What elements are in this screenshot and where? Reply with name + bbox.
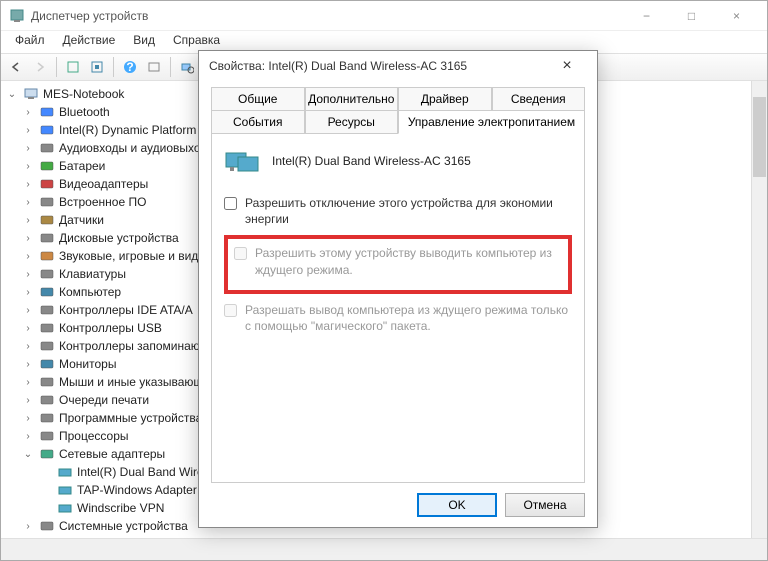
ok-button[interactable]: OK (417, 493, 497, 517)
dialog-title: Свойства: Intel(R) Dual Band Wireless-AC… (209, 59, 547, 73)
category-icon (39, 158, 55, 174)
magic-packet-label: Разрешать вывод компьютера из ждущего ре… (245, 302, 572, 334)
expand-icon[interactable]: › (21, 233, 35, 244)
network-card-icon (224, 147, 260, 175)
expand-icon[interactable]: › (21, 179, 35, 190)
category-icon (39, 446, 55, 462)
checkbox-row-2: Разрешить этому устройству выводить комп… (234, 243, 562, 279)
checkbox-row-3: Разрешать вывод компьютера из ждущего ре… (224, 300, 572, 336)
category-icon (39, 338, 55, 354)
category-icon (39, 320, 55, 336)
toolbar-icon-1[interactable] (62, 56, 84, 78)
expand-icon[interactable]: › (21, 215, 35, 226)
svg-text:?: ? (126, 60, 133, 74)
cancel-button[interactable]: Отмена (505, 493, 585, 517)
tab-events[interactable]: События (211, 110, 305, 134)
category-icon (39, 140, 55, 156)
toolbar-icon-3[interactable] (143, 56, 165, 78)
category-icon (39, 392, 55, 408)
expand-icon[interactable]: › (21, 521, 35, 532)
help-icon[interactable]: ? (119, 56, 141, 78)
tab-details[interactable]: Сведения (492, 87, 586, 111)
category-icon (39, 302, 55, 318)
highlighted-option: Разрешить этому устройству выводить комп… (224, 235, 572, 293)
collapse-icon[interactable]: ⌄ (5, 89, 19, 100)
expand-icon[interactable]: › (21, 107, 35, 118)
allow-power-off-label: Разрешить отключение этого устройства дл… (245, 195, 572, 227)
device-name-label: Intel(R) Dual Band Wireless-AC 3165 (272, 154, 471, 168)
scan-icon[interactable] (176, 56, 198, 78)
tree-category[interactable]: › Устройства HID (Human Interface Device… (3, 535, 749, 538)
dialog-titlebar[interactable]: Свойства: Intel(R) Dual Band Wireless-AC… (199, 51, 597, 81)
category-icon (39, 122, 55, 138)
computer-icon (23, 86, 39, 102)
expand-icon[interactable]: › (21, 287, 35, 298)
expand-icon[interactable]: › (21, 431, 35, 442)
expand-icon[interactable]: › (21, 323, 35, 334)
tab-resources[interactable]: Ресурсы (305, 110, 399, 134)
tab-power[interactable]: Управление электропитанием (398, 110, 585, 134)
main-titlebar: Диспетчер устройств − □ × (1, 1, 767, 31)
expand-icon[interactable]: › (21, 377, 35, 388)
menu-action[interactable]: Действие (55, 31, 124, 53)
toolbar-icon-2[interactable] (86, 56, 108, 78)
category-icon (39, 374, 55, 390)
expand-icon[interactable]: › (21, 341, 35, 352)
category-icon (39, 212, 55, 228)
adapter-icon (57, 500, 73, 516)
allow-wake-checkbox[interactable] (234, 247, 247, 260)
maximize-button[interactable]: □ (669, 1, 714, 31)
vertical-scrollbar[interactable] (751, 81, 767, 538)
expand-icon[interactable]: › (21, 143, 35, 154)
category-icon (39, 410, 55, 426)
expand-icon[interactable]: › (21, 161, 35, 172)
back-button[interactable] (5, 56, 27, 78)
dialog-close-button[interactable]: × (547, 51, 587, 81)
adapter-icon (57, 482, 73, 498)
category-icon (39, 104, 55, 120)
adapter-icon (57, 464, 73, 480)
checkbox-row-1: Разрешить отключение этого устройства дл… (224, 193, 572, 229)
scrollbar-thumb[interactable] (753, 97, 766, 177)
expand-icon[interactable]: › (21, 125, 35, 136)
allow-wake-label: Разрешить этому устройству выводить комп… (255, 245, 562, 277)
properties-dialog: Свойства: Intel(R) Dual Band Wireless-AC… (198, 50, 598, 528)
minimize-button[interactable]: − (624, 1, 669, 31)
category-icon (39, 266, 55, 282)
expand-icon[interactable]: ⌄ (21, 449, 35, 460)
tab-general[interactable]: Общие (211, 87, 305, 111)
expand-icon[interactable]: › (21, 359, 35, 370)
expand-icon[interactable]: › (21, 305, 35, 316)
category-icon (39, 248, 55, 264)
statusbar (1, 538, 767, 560)
tab-content-power: Intel(R) Dual Band Wireless-AC 3165 Разр… (211, 133, 585, 483)
category-icon (39, 356, 55, 372)
forward-button[interactable] (29, 56, 51, 78)
category-icon (39, 284, 55, 300)
category-icon (39, 428, 55, 444)
expand-icon[interactable]: › (21, 251, 35, 262)
allow-power-off-checkbox[interactable] (224, 197, 237, 210)
expand-icon[interactable]: › (21, 413, 35, 424)
expand-icon[interactable]: › (21, 395, 35, 406)
window-title: Диспетчер устройств (31, 9, 624, 23)
category-icon (39, 230, 55, 246)
menu-file[interactable]: Файл (7, 31, 53, 53)
tab-advanced[interactable]: Дополнительно (305, 87, 399, 111)
category-icon (39, 536, 55, 538)
expand-icon[interactable]: › (21, 197, 35, 208)
expand-icon[interactable]: › (21, 269, 35, 280)
tab-driver[interactable]: Драйвер (398, 87, 492, 111)
menu-view[interactable]: Вид (125, 31, 163, 53)
category-icon (39, 194, 55, 210)
magic-packet-checkbox[interactable] (224, 304, 237, 317)
category-icon (39, 518, 55, 534)
category-icon (39, 176, 55, 192)
app-icon (9, 8, 25, 24)
close-button[interactable]: × (714, 1, 759, 31)
